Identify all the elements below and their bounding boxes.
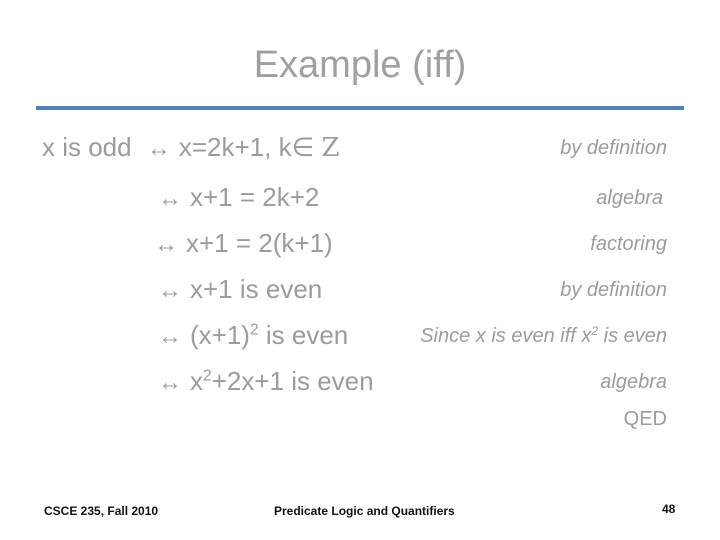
footer-course: CSCE 235, Fall 2010 [44,504,159,518]
iff-arrow-icon: ↔ [154,231,178,258]
proof-step-text: x+1 = 2k+2 [190,182,320,212]
proof-step-text: x+1 = 2(k+1) [186,228,333,258]
footer-topic: Predicate Logic and Quantifiers [274,504,455,518]
proof-step-text-suffix: is even [258,320,349,350]
exponent: 2 [249,321,259,339]
page-number: 48 [662,502,676,516]
iff-arrow-icon: ↔ [158,369,182,396]
proof-lhs: x is odd [42,132,132,162]
iff-arrow-icon: ↔ [158,277,182,304]
reason-4: by definition [560,279,667,301]
qed-label: QED [623,408,667,430]
slide-title: Example (iff) [253,44,467,86]
iff-arrow-icon: ↔ [158,323,182,350]
reason-text-suffix: is even [598,325,667,347]
integers-set-symbol: Z [321,133,340,163]
reason-text: Since x is even iff x [420,325,592,347]
proof-step-text-suffix: +2x+1 is even [211,366,374,396]
proof-line-1: x is odd ↔ x=2k+1, k∈ Z [42,132,340,163]
proof-rhs: x=2k+1, k [178,132,292,162]
exponent: 2 [203,367,212,385]
element-of-symbol: ∈ [291,132,315,162]
proof-step-text: (x+1) [190,320,250,350]
proof-line-6: ↔ x2+2x+1 is even [158,366,374,397]
reason-5: Since x is even iff x2 is even [420,325,667,348]
proof-step-text: x [190,366,203,396]
iff-arrow-icon: ↔ [158,185,182,212]
reason-1: by definition [560,137,667,159]
proof-line-3: ↔ x+1 = 2(k+1) [154,228,333,259]
proof-line-4: ↔ x+1 is even [158,274,322,305]
reason-3: factoring [590,233,667,255]
iff-arrow-icon: ↔ [146,135,171,162]
proof-line-2: ↔ x+1 = 2k+2 [158,182,319,213]
title-underline [36,106,684,110]
proof-step-text: x+1 is even [190,274,323,304]
reason-6: algebra [600,371,667,393]
reason-2: algebra [596,187,663,209]
proof-line-5: ↔ (x+1)2 is even [158,320,348,351]
